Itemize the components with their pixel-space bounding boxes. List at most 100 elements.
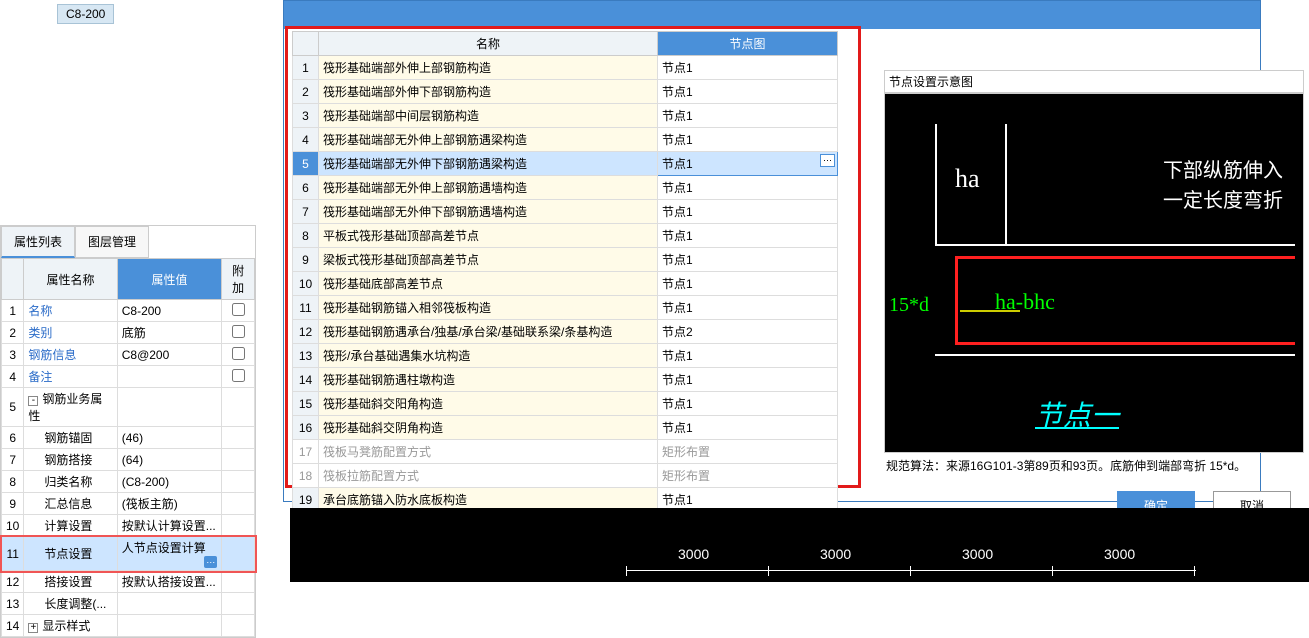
row-jd[interactable]: 节点1 [658, 248, 838, 272]
row-jd[interactable]: 节点1 [658, 344, 838, 368]
row-name[interactable]: 筏板马凳筋配置方式 [319, 440, 658, 464]
prop-value[interactable] [117, 388, 222, 427]
row-name[interactable]: 筏形基础端部外伸下部钢筋构造 [319, 80, 658, 104]
row-name[interactable]: 筏形基础端部无外伸下部钢筋遇梁构造 [319, 152, 658, 176]
prop-name[interactable]: 备注 [24, 366, 117, 388]
row-name[interactable]: 筏形基础端部中间层钢筋构造 [319, 104, 658, 128]
row-name[interactable]: 筏形基础斜交阳角构造 [319, 392, 658, 416]
row-name[interactable]: 筏形基础底部高差节点 [319, 272, 658, 296]
prop-value[interactable]: C8-200 [117, 300, 222, 322]
table-row[interactable]: 7筏形基础端部无外伸下部钢筋遇墙构造节点1 [293, 200, 838, 224]
prop-name[interactable]: -钢筋业务属性 [24, 388, 117, 427]
prop-name[interactable]: 长度调整(... [24, 593, 117, 615]
prop-value[interactable]: (64) [117, 449, 222, 471]
prop-value[interactable]: 按默认计算设置... [117, 515, 222, 537]
prop-name[interactable]: 归类名称 [24, 471, 117, 493]
prop-checkbox[interactable] [232, 303, 245, 316]
prop-value[interactable]: (C8-200) [117, 471, 222, 493]
prop-checkbox[interactable] [232, 325, 245, 338]
row-name[interactable]: 筏形基础端部无外伸上部钢筋遇梁构造 [319, 128, 658, 152]
table-row[interactable]: 2筏形基础端部外伸下部钢筋构造节点1 [293, 80, 838, 104]
row-jd[interactable]: 节点1⋯ [658, 152, 838, 176]
row-name[interactable]: 筏形基础钢筋锚入相邻筏板构造 [319, 296, 658, 320]
row-name[interactable]: 平板式筏形基础顶部高差节点 [319, 224, 658, 248]
table-row[interactable]: 9梁板式筏形基础顶部高差节点节点1 [293, 248, 838, 272]
row-jd[interactable]: 节点1 [658, 296, 838, 320]
prop-checkbox[interactable] [232, 347, 245, 360]
table-row[interactable]: 4筏形基础端部无外伸上部钢筋遇梁构造节点1 [293, 128, 838, 152]
row-jd[interactable]: 节点2 [658, 320, 838, 344]
ellipsis-button[interactable]: ⋯ [820, 154, 835, 167]
table-row[interactable]: 12筏形基础钢筋遇承台/独基/承台梁/基础联系梁/条基构造节点2 [293, 320, 838, 344]
table-row[interactable]: 11筏形基础钢筋锚入相邻筏板构造节点1 [293, 296, 838, 320]
table-row[interactable]: 15筏形基础斜交阳角构造节点1 [293, 392, 838, 416]
prop-name[interactable]: 钢筋搭接 [24, 449, 117, 471]
row-name[interactable]: 筏形基础斜交阴角构造 [319, 416, 658, 440]
col-name[interactable]: 名称 [319, 32, 658, 56]
prop-value[interactable] [117, 366, 222, 388]
row-jd[interactable]: 节点1 [658, 56, 838, 80]
prop-name[interactable]: 钢筋信息 [24, 344, 117, 366]
prop-name[interactable]: 节点设置 [24, 537, 117, 571]
row-jd[interactable]: 节点1 [658, 80, 838, 104]
row-jd[interactable]: 节点1 [658, 224, 838, 248]
prop-col-name: 属性名称 [24, 259, 117, 300]
prop-value[interactable]: (46) [117, 427, 222, 449]
row-name[interactable]: 筏形/承台基础遇集水坑构造 [319, 344, 658, 368]
prop-value[interactable] [117, 615, 222, 637]
prop-value[interactable]: 人节点设置计算⋯ [117, 537, 222, 571]
row-jd[interactable]: 节点1 [658, 200, 838, 224]
prop-name[interactable]: 名称 [24, 300, 117, 322]
prop-value[interactable]: C8@200 [117, 344, 222, 366]
table-row[interactable]: 8平板式筏形基础顶部高差节点节点1 [293, 224, 838, 248]
col-jd[interactable]: 节点图 [658, 32, 838, 56]
expander-icon[interactable]: - [28, 396, 38, 406]
table-row[interactable]: 5筏形基础端部无外伸下部钢筋遇梁构造节点1⋯ [293, 152, 838, 176]
row-jd[interactable]: 节点1 [658, 368, 838, 392]
row-name[interactable]: 筏形基础钢筋遇承台/独基/承台梁/基础联系梁/条基构造 [319, 320, 658, 344]
table-row[interactable]: 13筏形/承台基础遇集水坑构造节点1 [293, 344, 838, 368]
row-jd[interactable]: 节点1 [658, 176, 838, 200]
prop-name[interactable]: 汇总信息 [24, 493, 117, 515]
row-jd[interactable]: 节点1 [658, 272, 838, 296]
prop-value[interactable]: 底筋 [117, 322, 222, 344]
row-jd[interactable]: 矩形布置 [658, 464, 838, 488]
row-jd[interactable]: 节点1 [658, 392, 838, 416]
prop-name[interactable]: 计算设置 [24, 515, 117, 537]
row-jd[interactable]: 节点1 [658, 104, 838, 128]
ellipsis-button[interactable]: ⋯ [204, 556, 217, 568]
row-jd[interactable]: 节点1 [658, 128, 838, 152]
tab-properties[interactable]: 属性列表 [1, 226, 75, 258]
label-formula: ha-bhc [995, 289, 1055, 315]
row-jd[interactable]: 矩形布置 [658, 440, 838, 464]
row-jd[interactable]: 节点1 [658, 416, 838, 440]
table-row[interactable]: 16筏形基础斜交阴角构造节点1 [293, 416, 838, 440]
dialog-titlebar[interactable] [284, 1, 1260, 29]
table-row[interactable]: 1筏形基础端部外伸上部钢筋构造节点1 [293, 56, 838, 80]
row-name[interactable]: 筏板拉筋配置方式 [319, 464, 658, 488]
prop-row-num: 9 [2, 493, 24, 515]
prop-name[interactable]: 类别 [24, 322, 117, 344]
row-name[interactable]: 筏形基础端部无外伸下部钢筋遇墙构造 [319, 200, 658, 224]
prop-checkbox[interactable] [232, 369, 245, 382]
row-name[interactable]: 梁板式筏形基础顶部高差节点 [319, 248, 658, 272]
expander-icon[interactable]: + [28, 623, 38, 633]
table-row[interactable]: 17筏板马凳筋配置方式矩形布置 [293, 440, 838, 464]
row-num: 11 [293, 296, 319, 320]
cad-viewport[interactable]: 3000 3000 3000 3000 [290, 508, 1309, 582]
tab-layers[interactable]: 图层管理 [75, 226, 149, 258]
row-name[interactable]: 筏形基础钢筋遇柱墩构造 [319, 368, 658, 392]
row-num: 14 [293, 368, 319, 392]
table-row[interactable]: 10筏形基础底部高差节点节点1 [293, 272, 838, 296]
prop-value[interactable]: (筏板主筋) [117, 493, 222, 515]
prop-name[interactable]: 钢筋锚固 [24, 427, 117, 449]
row-name[interactable]: 筏形基础端部外伸上部钢筋构造 [319, 56, 658, 80]
table-row[interactable]: 3筏形基础端部中间层钢筋构造节点1 [293, 104, 838, 128]
prop-extra [222, 344, 255, 366]
table-row[interactable]: 14筏形基础钢筋遇柱墩构造节点1 [293, 368, 838, 392]
table-row[interactable]: 6筏形基础端部无外伸上部钢筋遇墙构造节点1 [293, 176, 838, 200]
row-name[interactable]: 筏形基础端部无外伸上部钢筋遇墙构造 [319, 176, 658, 200]
prop-value[interactable] [117, 593, 222, 615]
prop-name[interactable]: +显示样式 [24, 615, 117, 637]
table-row[interactable]: 18筏板拉筋配置方式矩形布置 [293, 464, 838, 488]
